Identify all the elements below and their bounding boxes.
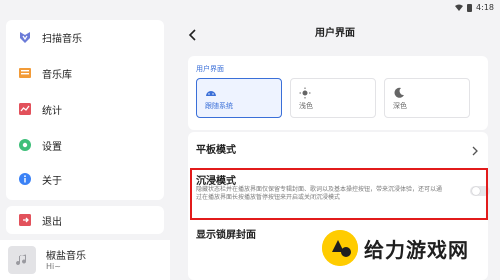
status-icons: 4:18 [455, 3, 494, 12]
status-bar: 4:18 [0, 0, 500, 14]
sidebar-item-scan-music[interactable]: 扫描音乐 [18, 26, 82, 48]
music-library-icon [18, 66, 32, 80]
moon-icon [393, 84, 405, 98]
exit-icon [18, 213, 32, 227]
settings-icon [18, 138, 32, 152]
tablet-mode-row[interactable]: 平板模式 [188, 132, 488, 160]
scan-music-icon [18, 30, 32, 44]
sidebar-item-settings[interactable]: 设置 [18, 134, 62, 156]
exit-item[interactable]: 退出 [6, 206, 164, 234]
exit-label: 退出 [42, 216, 62, 228]
sidebar-item-label: 统计 [42, 105, 62, 117]
sidebar: 扫描音乐 音乐库 统计 设置 关于 退出 椒盐音乐 Hi~ [0, 14, 170, 280]
watermark-logo [322, 230, 358, 266]
status-time: 4:18 [476, 3, 494, 12]
album-art [8, 246, 36, 274]
sidebar-item-music-library[interactable]: 音乐库 [18, 62, 72, 84]
sidebar-item-about[interactable]: 关于 [18, 168, 62, 190]
sidebar-item-label: 音乐库 [42, 69, 72, 81]
theme-option-system[interactable]: 跟随系统 [196, 78, 282, 118]
page-title: 用户界面 [315, 28, 355, 39]
sidebar-item-label: 扫描音乐 [42, 33, 82, 45]
theme-option-light[interactable]: 浅色 [290, 78, 376, 118]
watermark: 给力游戏网 [322, 226, 469, 270]
mini-player[interactable]: 椒盐音乐 Hi~ [0, 240, 170, 280]
exit-row: 退出 [18, 209, 62, 231]
watermark-text: 给力游戏网 [364, 237, 469, 262]
tablet-mode-label: 平板模式 [196, 145, 236, 156]
theme-option-label: 跟随系统 [205, 102, 233, 110]
statistics-icon [18, 102, 32, 116]
section-label: 用户界面 [196, 65, 224, 73]
lock-screen-cover-label[interactable]: 显示锁屏封面 [196, 226, 256, 241]
about-icon [18, 172, 32, 186]
ui-theme-card: 用户界面 跟随系统 浅色 深色 [188, 56, 488, 130]
chevron-right-icon [472, 141, 478, 156]
music-note-icon [16, 254, 27, 266]
android-icon [205, 84, 217, 96]
theme-option-label: 浅色 [299, 102, 313, 110]
sidebar-menu: 扫描音乐 音乐库 统计 设置 关于 [6, 20, 164, 200]
theme-option-label: 深色 [393, 102, 407, 110]
theme-option-dark[interactable]: 深色 [384, 78, 470, 118]
wifi-icon [455, 4, 464, 11]
mini-player-subtitle: Hi~ [46, 262, 61, 271]
sidebar-item-label: 关于 [42, 175, 62, 187]
mini-player-title: 椒盐音乐 [46, 251, 86, 262]
sidebar-item-statistics[interactable]: 统计 [18, 98, 62, 120]
battery-icon [467, 3, 473, 12]
sidebar-item-label: 设置 [42, 141, 62, 153]
sun-icon [299, 84, 311, 99]
highlight-box [190, 168, 488, 220]
